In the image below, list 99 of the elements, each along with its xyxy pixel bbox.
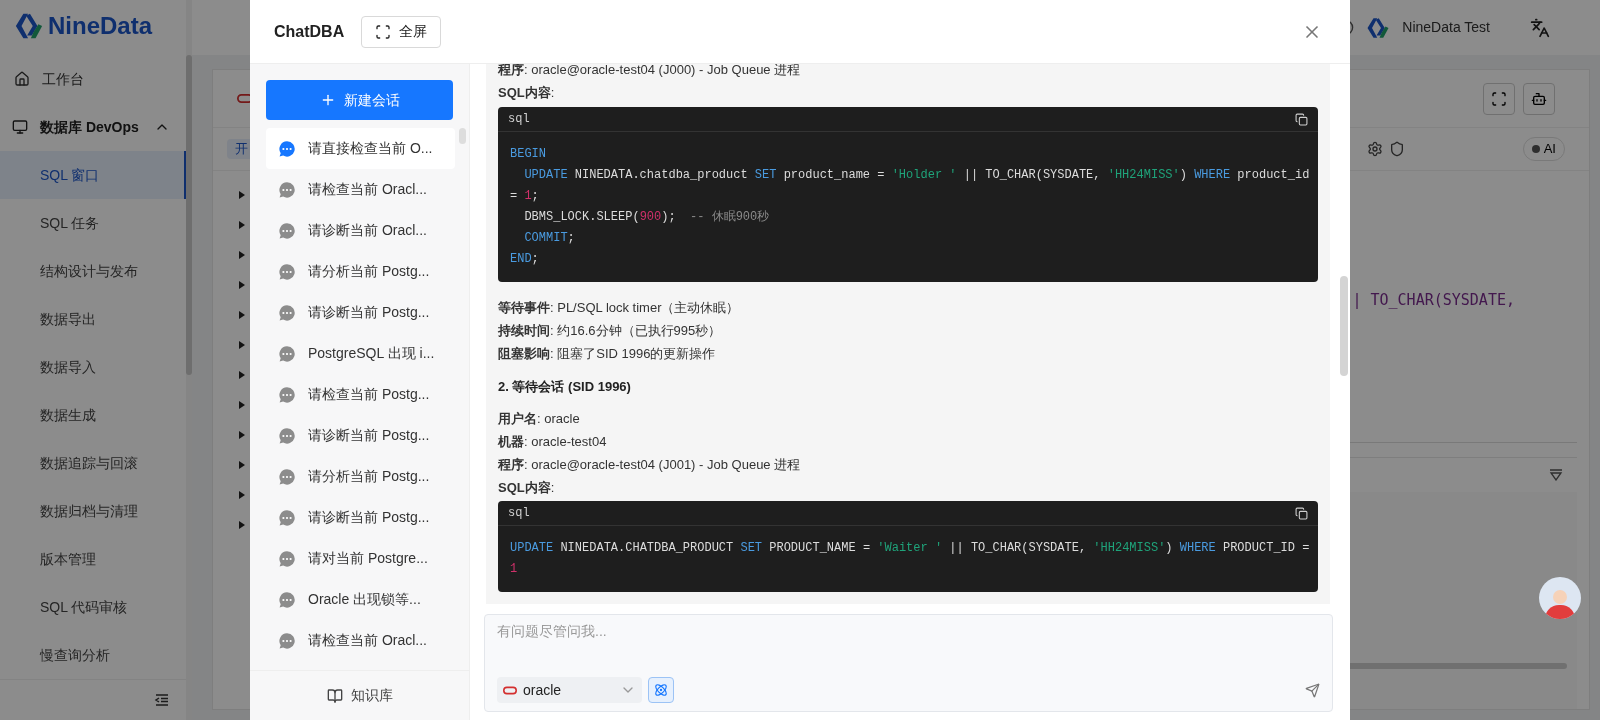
code-line: BEGIN [510, 146, 546, 163]
home-icon [14, 71, 30, 88]
fullscreen-icon [375, 23, 392, 40]
nav-item[interactable]: SQL 代码审核 [0, 583, 186, 632]
fullscreen-button[interactable] [1483, 82, 1515, 115]
chat-session-item[interactable]: Oracle 出现锁等... [266, 579, 455, 620]
code-language: sql [508, 505, 530, 522]
translate-icon[interactable] [1530, 17, 1550, 38]
chat-session-item[interactable]: 请检查当前 Oracl... [266, 169, 455, 210]
code-line: UPDATE NINEDATA.chatdba_product SET product_name = 'Holder ' || TO_CHAR(SYSDATE, 'HH24MISS') WHERE product_id [523, 167, 1310, 184]
nav-item[interactable]: 工作台 [0, 55, 186, 104]
dialog-title: ChatDBA [274, 21, 345, 42]
send-icon[interactable] [1305, 682, 1320, 698]
field-text: 用户名: oracle [498, 410, 580, 428]
chat-bubble-icon [278, 426, 296, 445]
nav-item[interactable]: 慢查询分析 [0, 631, 186, 680]
code-line: COMMIT; [523, 230, 575, 247]
chat-bubble-icon [278, 631, 296, 650]
robot-icon [1531, 90, 1547, 107]
chat-session-item[interactable]: 请检查当前 Oracl... [266, 620, 455, 661]
database-select[interactable]: oracle [497, 677, 642, 703]
code-line: = 1; [510, 188, 539, 205]
code-language: sql [508, 111, 530, 128]
copy-icon[interactable] [1295, 506, 1308, 520]
caret-icon[interactable] [239, 251, 245, 259]
chat-session-item[interactable]: 请诊断当前 Postg... [266, 292, 455, 333]
caret-icon[interactable] [239, 521, 245, 529]
settings-icon[interactable] [1366, 141, 1383, 157]
new-chat-button[interactable]: 新建会话 [266, 80, 453, 120]
chat-session-item[interactable]: 请对当前 Postgre... [266, 538, 455, 579]
knowledge-base-link[interactable]: 知识库 [326, 685, 393, 706]
chat-session-item[interactable]: 请诊断当前 Postg... [266, 415, 455, 456]
nav-item[interactable]: 数据导出 [0, 295, 186, 344]
chat-bubble-icon [278, 385, 296, 404]
field-text: 程序: oracle@oracle-test04 (J001) - Job Queue 进程 [498, 456, 801, 474]
nav-item[interactable]: 数据追踪与回滚 [0, 439, 186, 488]
monitor-icon [12, 119, 28, 136]
field-text: 机器: oracle-test04 [498, 433, 607, 451]
nav-item[interactable]: 结构设计与发布 [0, 247, 186, 296]
fullscreen-button[interactable]: 全屏 [361, 15, 442, 48]
caret-icon[interactable] [239, 491, 245, 499]
chat-bubble-icon [278, 139, 296, 158]
field-text: SQL内容: [498, 479, 555, 497]
caret-icon[interactable] [239, 371, 245, 379]
scrollbar-thumb[interactable] [459, 128, 466, 144]
scrollbar-thumb[interactable] [1340, 276, 1348, 376]
nav-item[interactable]: SQL 任务 [0, 199, 186, 248]
copy-icon[interactable] [1295, 112, 1308, 126]
chat-bubble-icon [278, 262, 296, 281]
nav-item[interactable]: 版本管理 [0, 535, 186, 584]
chat-session-item[interactable]: PostgreSQL 出现 i... [266, 333, 455, 374]
caret-icon[interactable] [239, 461, 245, 469]
chat-session-item[interactable]: 请诊断当前 Postg... [266, 497, 455, 538]
nav-item[interactable]: 数据导入 [0, 343, 186, 392]
chat-bubble-icon [278, 344, 296, 363]
chat-bubble-icon [278, 508, 296, 527]
chat-bubble-icon [278, 303, 296, 322]
code-line: UPDATE NINEDATA.CHATDBA_PRODUCT SET PRODUCT_NAME = 'Waiter ' || TO_CHAR(SYSDATE, 'HH24MISS') WHERE PRODUCT_ID = [510, 540, 1310, 557]
assistant-button[interactable] [1523, 82, 1555, 115]
caret-icon[interactable] [239, 221, 245, 229]
nav-item[interactable]: 数据生成 [0, 391, 186, 440]
field-text: 阻塞影响: 阻塞了SID 1996的更新操作 [498, 345, 716, 363]
logo-icon [1366, 15, 1391, 40]
chat-bubble-icon [278, 590, 296, 609]
caret-icon[interactable] [239, 191, 245, 199]
caret-icon[interactable] [239, 401, 245, 409]
code-line: 1 [510, 561, 518, 578]
field-text: SQL内容: [498, 84, 555, 102]
chat-bubble-icon [278, 549, 296, 568]
caret-icon[interactable] [239, 341, 245, 349]
chat-bubble-icon [278, 467, 296, 486]
chat-bubble-icon [278, 221, 296, 240]
chat-bubble-icon [278, 180, 296, 199]
collapse-icon[interactable] [1549, 469, 1563, 481]
message-input[interactable]: 有问题尽管问我... oracle [484, 614, 1333, 712]
logo-text: NineData [48, 10, 153, 41]
nav-item[interactable]: 数据归档与清理 [0, 487, 186, 536]
field-text: 持续时间: 约16.6分钟（已执行995秒） [498, 322, 722, 340]
code-line: DBMS_LOCK.SLEEP(900); -- 休眠900秒 [523, 209, 770, 226]
agent-toggle[interactable] [648, 677, 674, 703]
book-icon [326, 687, 343, 704]
chat-session-item[interactable]: 请诊断当前 Oracl... [266, 210, 455, 251]
code-line: END; [510, 251, 539, 268]
caret-icon[interactable] [239, 311, 245, 319]
section-heading: 2. 等待会话 (SID 1996) [498, 378, 631, 396]
chat-session-item[interactable]: 请检查当前 Postg... [266, 374, 455, 415]
chat-session-item[interactable]: 请分析当前 Postg... [266, 251, 455, 292]
caret-icon[interactable] [239, 431, 245, 439]
oracle-icon [503, 685, 517, 695]
shield-icon[interactable] [1388, 141, 1405, 157]
atom-icon [654, 683, 668, 697]
chat-session-item[interactable]: 请直接检查当前 O... [266, 128, 455, 169]
collapse-menu-icon[interactable] [154, 692, 170, 709]
fullscreen-icon [1491, 90, 1507, 107]
user-name[interactable]: NineData Test [1402, 17, 1490, 38]
field-text: 等待事件: PL/SQL lock timer（主动休眠） [498, 299, 740, 317]
scrollbar-thumb[interactable] [186, 55, 192, 375]
caret-icon[interactable] [239, 281, 245, 289]
chat-session-item[interactable]: 请分析当前 Postg... [266, 456, 455, 497]
